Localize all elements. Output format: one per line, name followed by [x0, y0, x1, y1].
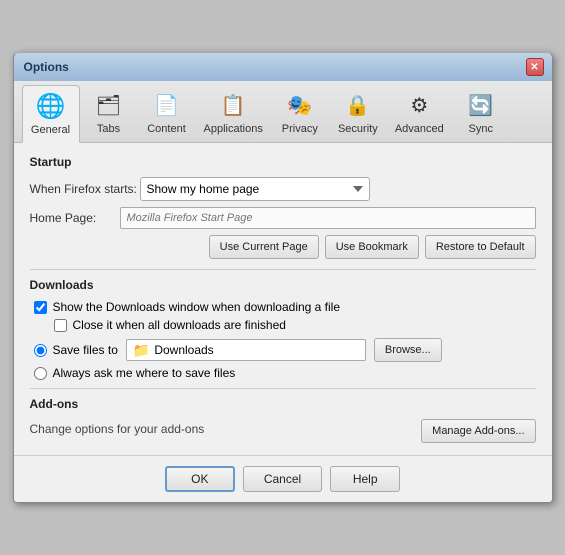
- save-files-row: Save files to 📁 Downloads Browse...: [30, 338, 536, 362]
- tab-security-label: Security: [338, 123, 378, 135]
- tab-general[interactable]: 🌐 General: [22, 85, 80, 143]
- cancel-button[interactable]: Cancel: [243, 466, 322, 492]
- downloads-section: Downloads Show the Downloads window when…: [30, 278, 536, 380]
- homepage-row: Home Page:: [30, 207, 536, 229]
- startup-title: Startup: [30, 155, 536, 169]
- ask-save-label: Always ask me where to save files: [53, 366, 236, 380]
- startup-dropdown[interactable]: Show my home pageShow a blank pageShow m…: [140, 177, 370, 201]
- window-title: Options: [24, 60, 69, 74]
- browse-button[interactable]: Browse...: [374, 338, 442, 362]
- addons-row: Change options for your add-ons Manage A…: [30, 419, 536, 443]
- help-button[interactable]: Help: [330, 466, 400, 492]
- tabs-icon: 🗂: [93, 89, 125, 121]
- downloads-title: Downloads: [30, 278, 536, 292]
- tab-sync-label: Sync: [469, 123, 493, 135]
- save-files-label: Save files to: [53, 343, 118, 357]
- restore-default-button[interactable]: Restore to Default: [425, 235, 536, 259]
- use-bookmark-button[interactable]: Use Bookmark: [325, 235, 419, 259]
- tab-tabs[interactable]: 🗂 Tabs: [80, 85, 138, 142]
- close-downloads-row: Close it when all downloads are finished: [30, 318, 536, 332]
- folder-icon: 📁: [133, 342, 150, 359]
- tab-content[interactable]: 📄 Content: [138, 85, 196, 142]
- advanced-icon: ⚙: [403, 89, 435, 121]
- tab-sync[interactable]: 🔄 Sync: [452, 85, 510, 142]
- footer-bar: OK Cancel Help: [14, 455, 552, 502]
- content-area: Startup When Firefox starts: Show my hom…: [14, 143, 552, 455]
- tabs-toolbar: 🌐 General 🗂 Tabs 📄 Content 📋 Application…: [14, 81, 552, 143]
- separator-1: [30, 269, 536, 270]
- title-bar: Options ✕: [14, 53, 552, 81]
- tab-security[interactable]: 🔒 Security: [329, 85, 387, 142]
- homepage-input[interactable]: [120, 207, 536, 229]
- show-downloads-row: Show the Downloads window when downloadi…: [30, 300, 536, 314]
- applications-icon: 📋: [217, 89, 249, 121]
- show-downloads-checkbox[interactable]: [34, 301, 47, 314]
- downloads-path-text: Downloads: [154, 343, 213, 357]
- tab-applications-label: Applications: [204, 123, 263, 135]
- ok-button[interactable]: OK: [165, 466, 235, 492]
- homepage-label: Home Page:: [30, 211, 120, 225]
- privacy-icon: 🎭: [284, 89, 316, 121]
- addons-description: Change options for your add-ons: [30, 422, 205, 436]
- general-icon: 🌐: [35, 90, 67, 122]
- tab-content-label: Content: [147, 123, 186, 135]
- manage-addons-button[interactable]: Manage Add-ons...: [421, 419, 535, 443]
- close-downloads-label: Close it when all downloads are finished: [73, 318, 286, 332]
- startup-section: Startup When Firefox starts: Show my hom…: [30, 155, 536, 259]
- close-button[interactable]: ✕: [526, 58, 544, 76]
- addons-section: Add-ons Change options for your add-ons …: [30, 397, 536, 443]
- tab-privacy[interactable]: 🎭 Privacy: [271, 85, 329, 142]
- sync-icon: 🔄: [465, 89, 497, 121]
- downloads-path-display: 📁 Downloads: [126, 339, 366, 361]
- when-starts-row: When Firefox starts: Show my home pageSh…: [30, 177, 536, 201]
- tab-privacy-label: Privacy: [282, 123, 318, 135]
- addons-title: Add-ons: [30, 397, 536, 411]
- separator-2: [30, 388, 536, 389]
- ask-save-row: Always ask me where to save files: [30, 366, 536, 380]
- tab-advanced[interactable]: ⚙ Advanced: [387, 85, 452, 142]
- tab-applications[interactable]: 📋 Applications: [196, 85, 271, 142]
- tab-advanced-label: Advanced: [395, 123, 444, 135]
- options-window: Options ✕ 🌐 General 🗂 Tabs 📄 Content 📋 A…: [13, 52, 553, 503]
- content-icon: 📄: [151, 89, 183, 121]
- security-icon: 🔒: [342, 89, 374, 121]
- tab-general-label: General: [31, 124, 70, 136]
- startup-buttons: Use Current Page Use Bookmark Restore to…: [30, 235, 536, 259]
- use-current-page-button[interactable]: Use Current Page: [209, 235, 319, 259]
- ask-save-radio[interactable]: [34, 367, 47, 380]
- close-downloads-checkbox[interactable]: [54, 319, 67, 332]
- tab-tabs-label: Tabs: [97, 123, 120, 135]
- when-starts-label: When Firefox starts:: [30, 182, 140, 196]
- show-downloads-label: Show the Downloads window when downloadi…: [53, 300, 341, 314]
- save-files-radio[interactable]: [34, 344, 47, 357]
